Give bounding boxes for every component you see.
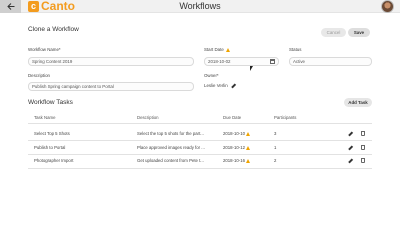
- trash-icon[interactable]: [361, 131, 365, 136]
- cancel-button[interactable]: Cancel: [321, 28, 346, 37]
- task-name[interactable]: Photographer Import: [34, 158, 73, 163]
- trash-icon[interactable]: [361, 145, 365, 150]
- owner-name: Leslie Verlin: [204, 83, 228, 88]
- warning-icon: [226, 47, 231, 52]
- calendar-icon[interactable]: [270, 59, 275, 64]
- save-button[interactable]: Save: [348, 28, 370, 37]
- trash-icon[interactable]: [361, 158, 365, 163]
- task-name[interactable]: Select Top 5 Shots: [34, 131, 70, 136]
- edit-icon[interactable]: [348, 158, 353, 163]
- warning-icon: [245, 131, 250, 136]
- edit-owner-icon[interactable]: [231, 83, 236, 89]
- warning-icon: [245, 145, 250, 150]
- app-title: Workflows: [179, 1, 221, 11]
- owner-label: Owner*: [204, 73, 219, 78]
- task-due-date: 2018-10-12: [223, 145, 250, 150]
- task-name[interactable]: Publish to Portal: [34, 145, 65, 150]
- description-label: Description: [28, 73, 50, 78]
- row-divider: [28, 168, 372, 169]
- task-due-date: 2018-10-16: [223, 158, 250, 163]
- workflow-name-label: Workflow Name*: [28, 47, 61, 52]
- top-bar: c Canto Workflows: [0, 0, 400, 13]
- add-task-button[interactable]: Add Task: [344, 98, 372, 107]
- task-due-date: 2018-10-10: [223, 131, 250, 136]
- start-date-label-text: Start Date: [204, 47, 224, 52]
- column-header-due-date[interactable]: Due Date: [223, 115, 241, 120]
- warning-icon: [245, 158, 250, 163]
- task-due-date-text: 2018-10-12: [223, 145, 245, 150]
- tasks-section-title: Workflow Tasks: [28, 99, 73, 106]
- column-header-description[interactable]: Description: [137, 115, 159, 120]
- task-participants: 3: [274, 131, 277, 136]
- column-header-participants[interactable]: Participants: [274, 115, 296, 120]
- task-participants: 1: [274, 145, 277, 150]
- task-participants: 2: [274, 158, 277, 163]
- mouse-cursor-icon: [250, 66, 253, 71]
- user-avatar[interactable]: [381, 0, 394, 13]
- column-header-task-name[interactable]: Task Name: [34, 115, 56, 120]
- start-date-label: Start Date: [204, 47, 231, 52]
- edit-icon[interactable]: [348, 131, 353, 136]
- row-divider: [28, 154, 372, 155]
- status-label: Status: [289, 47, 302, 52]
- task-due-date-text: 2018-10-10: [223, 131, 245, 136]
- task-description: Place approved images ready for ...: [137, 145, 205, 150]
- description-field[interactable]: Publish Spring campaign content to Porta…: [28, 82, 194, 91]
- task-description: Select the top 5 shots for the part...: [137, 131, 204, 136]
- task-due-date-text: 2018-10-16: [223, 158, 245, 163]
- row-divider: [28, 140, 372, 141]
- start-date-field[interactable]: 2018-10-02: [204, 57, 279, 66]
- workflow-name-field[interactable]: Spring Content 2019: [28, 57, 194, 66]
- owner-value: Leslie Verlin: [204, 83, 236, 89]
- edit-icon[interactable]: [348, 145, 353, 150]
- status-select[interactable]: Active: [289, 57, 372, 66]
- table-header-divider: [28, 123, 372, 124]
- page-title: Clone a Workflow: [28, 26, 79, 33]
- task-description: Get uploaded content from Pete t...: [137, 158, 204, 163]
- start-date-value: 2018-10-02: [208, 59, 231, 64]
